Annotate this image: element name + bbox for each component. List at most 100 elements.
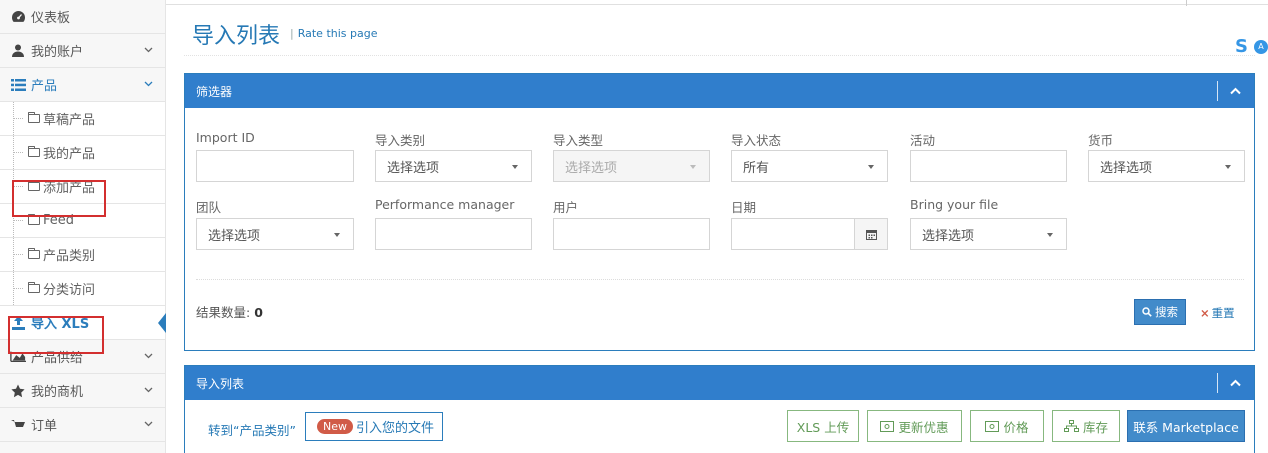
sidebar-item-label: 我的账户 — [31, 45, 84, 60]
chevron-down-icon — [144, 387, 153, 393]
user-label: 用户 — [553, 200, 579, 215]
activity-label: 活动 — [910, 133, 936, 148]
import-id-label: Import ID — [196, 130, 255, 145]
price-button[interactable]: 价格 — [970, 410, 1044, 442]
filter-divider — [196, 279, 1244, 280]
import-file-button[interactable]: New 引入您的文件 — [305, 412, 443, 441]
contact-marketplace-button[interactable]: 联系 Marketplace — [1127, 410, 1245, 442]
sidebar-subitem-drafts[interactable]: 草稿产品 — [0, 102, 165, 136]
import-status-label: 导入状态 — [731, 133, 782, 148]
chevron-down-icon — [144, 81, 153, 87]
import-type-select: 选择选项 — [553, 150, 710, 182]
currency-label: 货币 — [1088, 133, 1114, 148]
result-count-value: 0 — [254, 305, 263, 320]
filter-panel-title: 筛选器 — [196, 84, 233, 99]
sidebar-item-label: 我的商机 — [31, 385, 84, 400]
performance-manager-input[interactable] — [375, 218, 532, 250]
xls-upload-button[interactable]: XLS 上传 — [787, 410, 859, 442]
assistant-icon[interactable]: S — [1235, 36, 1248, 57]
folder-icon — [28, 112, 40, 123]
sidebar-item-account[interactable]: 我的账户 — [0, 34, 165, 68]
highlight-import-xls — [8, 316, 104, 354]
rate-this-page-link[interactable]: | Rate this page — [290, 27, 377, 40]
caret-down-icon — [512, 165, 518, 169]
sidebar-subitem-categories[interactable]: 产品类别 — [0, 238, 165, 272]
folder-icon — [28, 282, 40, 293]
import-category-label: 导入类别 — [375, 133, 426, 148]
folder-icon — [28, 214, 40, 225]
chevron-down-icon — [144, 421, 153, 427]
sidebar-item-label: 仪表板 — [31, 11, 71, 26]
user-input[interactable] — [553, 218, 710, 250]
filter-panel: 筛选器 — [184, 73, 1255, 351]
chevron-up-icon — [1230, 379, 1241, 387]
sitemap-icon — [1063, 420, 1079, 432]
sidebar-item-dashboard[interactable]: 仪表板 — [0, 0, 165, 34]
sidebar-subitem-category-visits[interactable]: 分类访问 — [0, 272, 165, 306]
sidebar-item-opportunities[interactable]: 我的商机 — [0, 374, 165, 408]
caret-down-icon — [1225, 165, 1231, 169]
currency-select[interactable]: 选择选项 — [1088, 150, 1245, 182]
chevron-down-icon — [144, 47, 153, 53]
floating-widgets: S A — [1235, 36, 1268, 57]
search-button[interactable]: 搜索 — [1134, 299, 1186, 325]
sidebar-subitem-label: 分类访问 — [43, 283, 96, 298]
calendar-icon — [865, 229, 877, 240]
date-input[interactable] — [731, 218, 888, 250]
filter-panel-header: 筛选器 — [185, 74, 1254, 108]
bring-file-select[interactable]: 选择选项 — [910, 218, 1067, 250]
star-icon — [10, 383, 26, 399]
team-select[interactable]: 选择选项 — [196, 218, 354, 250]
import-type-label: 导入类型 — [553, 133, 604, 148]
sidebar-item-orders[interactable]: 订单 — [0, 408, 165, 442]
chevron-down-icon — [144, 353, 153, 359]
close-icon: × — [1200, 306, 1210, 320]
top-bar — [166, 0, 1268, 6]
import-list-title: 导入列表 — [196, 376, 245, 391]
sidebar-item-label: 订单 — [31, 419, 58, 434]
bring-file-label: Bring your file — [910, 197, 999, 212]
calendar-button[interactable] — [854, 219, 887, 249]
reset-button[interactable]: × 重置 — [1200, 305, 1235, 321]
sidebar-subitem-label: 产品类别 — [43, 249, 96, 264]
chevron-up-icon — [1230, 87, 1241, 95]
import-status-select[interactable]: 所有 — [731, 150, 888, 182]
result-count: 结果数量: 0 — [196, 305, 263, 320]
folder-icon — [28, 146, 40, 157]
sidebar-subitem-my-products[interactable]: 我的产品 — [0, 136, 165, 170]
caret-down-icon — [1047, 233, 1053, 237]
caret-down-icon — [334, 233, 340, 237]
money-icon — [880, 420, 895, 432]
import-category-select[interactable]: 选择选项 — [375, 150, 532, 182]
collapse-button[interactable] — [1217, 366, 1254, 400]
list-icon — [10, 77, 26, 93]
user-icon — [10, 43, 26, 59]
sidebar-subitem-label: 草稿产品 — [43, 113, 96, 128]
caret-down-icon — [690, 165, 696, 169]
cart-icon — [10, 417, 26, 433]
sidebar-item-products[interactable]: 产品 — [0, 68, 165, 102]
page-title: 导入列表 — [192, 24, 281, 49]
active-indicator — [158, 313, 166, 333]
goto-category-link[interactable]: 转到“产品类别” — [208, 420, 296, 439]
sidebar-item-label: 产品 — [31, 79, 58, 94]
activity-input[interactable] — [910, 150, 1067, 182]
new-badge: New — [317, 419, 353, 434]
import-list-header: 导入列表 — [185, 366, 1254, 400]
translate-icon[interactable]: A — [1254, 39, 1268, 54]
update-offer-button[interactable]: 更新优惠 — [867, 410, 962, 442]
team-label: 团队 — [196, 200, 222, 215]
stock-button[interactable]: 库存 — [1052, 410, 1120, 442]
sidebar: 仪表板 我的账户 产品 草稿产品 我的产品 添加产品 Feed 产品类别 分类访… — [0, 0, 166, 453]
dashboard-icon — [10, 9, 26, 25]
money-icon — [985, 420, 1000, 432]
highlight-add-product — [12, 180, 106, 217]
collapse-button[interactable] — [1217, 74, 1254, 108]
performance-manager-label: Performance manager — [375, 197, 515, 212]
date-label: 日期 — [731, 200, 757, 215]
title-divider — [184, 55, 1255, 56]
search-icon — [1142, 307, 1152, 317]
folder-icon — [28, 248, 40, 259]
import-id-input[interactable] — [196, 150, 354, 182]
caret-down-icon — [868, 165, 874, 169]
